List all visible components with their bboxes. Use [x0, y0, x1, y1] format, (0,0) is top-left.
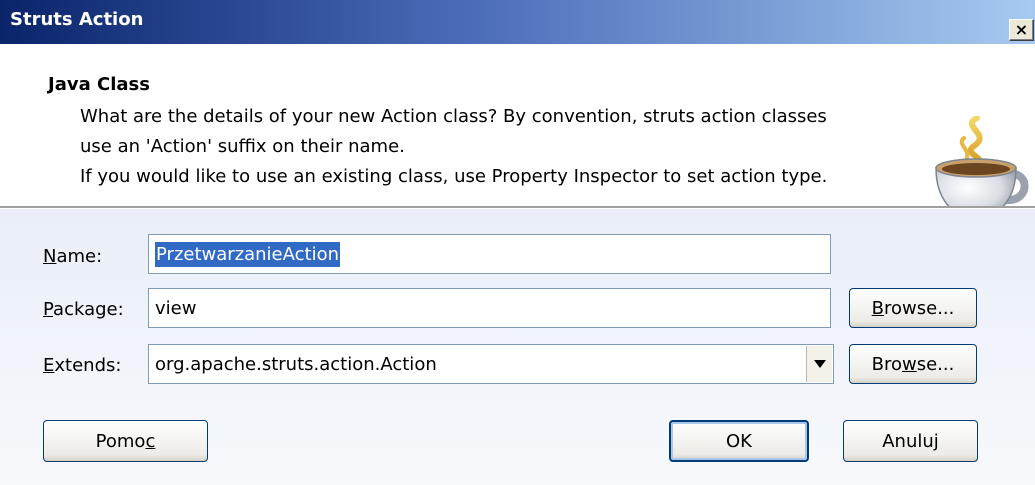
name-input-value: PrzetwarzanieAction [155, 241, 341, 267]
name-label: Name: [43, 246, 103, 267]
package-browse-button[interactable]: Browse... [849, 288, 977, 328]
close-button[interactable]: × [1009, 19, 1034, 41]
extends-dropdown-button[interactable] [806, 346, 832, 382]
chevron-down-icon [813, 360, 826, 368]
header-description: What are the details of your new Action … [80, 102, 900, 192]
description-line: What are the details of your new Action … [80, 106, 827, 127]
extends-value: org.apache.struts.action.Action [155, 353, 437, 375]
extends-label: Extends: [43, 355, 122, 376]
header-title: Java Class [48, 74, 150, 95]
package-input-value: view [155, 297, 197, 319]
cancel-button[interactable]: Anuluj [843, 420, 978, 462]
package-input[interactable]: view [148, 288, 831, 328]
extends-combobox[interactable]: org.apache.struts.action.Action [148, 344, 834, 384]
description-line: If you would like to use an existing cla… [80, 166, 828, 187]
title-bar[interactable]: Struts Action × [0, 0, 1035, 44]
help-button[interactable]: Pomo c [43, 420, 208, 462]
package-label: Package: [43, 299, 124, 320]
wizard-header: Java Class What are the details of your … [0, 44, 1035, 219]
ok-button[interactable]: OK [669, 420, 809, 462]
close-icon: × [1014, 20, 1029, 39]
form-area: Name: PrzetwarzanieAction Package: view … [0, 209, 1035, 485]
extends-browse-button[interactable]: Bro w se... [849, 344, 977, 384]
name-input[interactable]: PrzetwarzanieAction [148, 234, 831, 274]
window-title: Struts Action [10, 9, 144, 30]
description-line: use an 'Action' suffix on their name. [80, 136, 405, 157]
